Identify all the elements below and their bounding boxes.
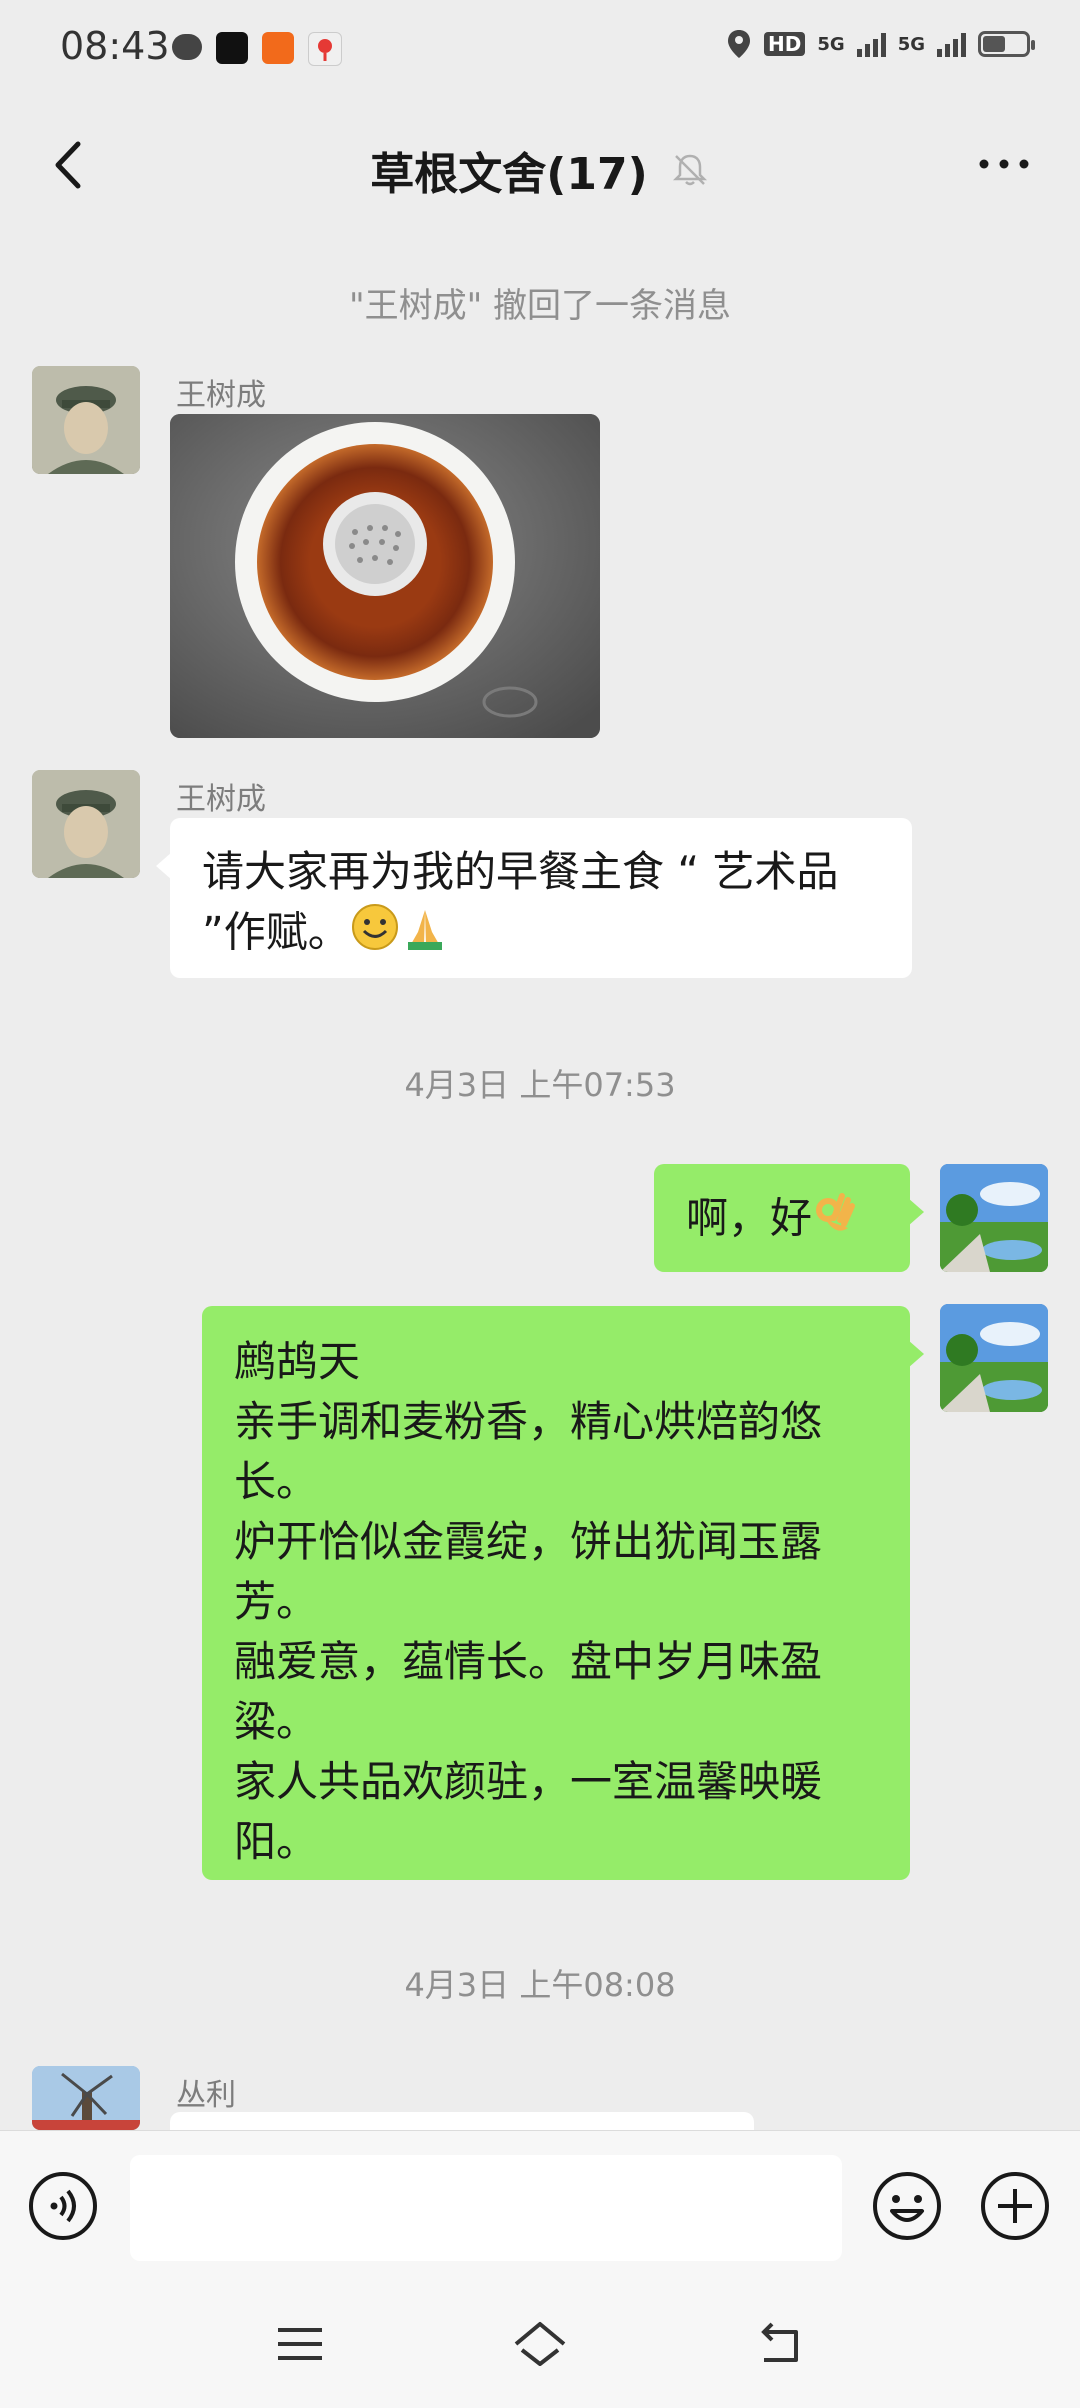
timestamp: 4月3日 上午08:08 (404, 1966, 676, 2004)
battery-icon (978, 31, 1035, 57)
my-avatar[interactable] (940, 1164, 1048, 1272)
windmill-landscape (32, 2066, 140, 2130)
signal-icon-2 (937, 31, 966, 57)
sender-name: 王树成 (176, 378, 266, 413)
tiktok-notification-icon (216, 32, 248, 64)
location-icon (728, 30, 751, 58)
ok-hand-emoji-icon (812, 1188, 858, 1254)
my-avatar[interactable] (940, 1304, 1048, 1412)
plus-icon (981, 2172, 1049, 2240)
smiley-icon (873, 2172, 941, 2240)
mute-bell-icon (672, 154, 707, 186)
sender-name: 王树成 (176, 782, 266, 817)
text-message[interactable] (170, 2112, 754, 2130)
pray-emoji-icon (400, 902, 450, 968)
avatar[interactable] (32, 2066, 140, 2130)
chat-title: 草根文舍(17) (370, 149, 648, 200)
hd-badge: HD (764, 32, 806, 56)
poem-line: 家人共品欢颜驻，一室温馨映暖阳。 (234, 1757, 823, 1866)
message-input[interactable] (130, 2155, 842, 2261)
voice-button[interactable] (28, 2171, 98, 2241)
chat-header: 草根文舍(17) (0, 100, 1080, 230)
back-nav-button[interactable] (750, 2316, 810, 2372)
avatar[interactable] (32, 770, 140, 878)
nature-landscape (940, 1304, 1048, 1412)
poem-message[interactable]: 鹧鸪天 亲手调和麦粉香，精心烘焙韵悠长。 炉开恰似金霞绽，饼出犹闻玉露芳。 融爱… (202, 1306, 924, 1880)
back-arrow-icon (761, 2322, 798, 2362)
message-text: 请大家再为我的早餐主食 “ 艺术品 ”作赋。 (202, 847, 839, 957)
image-message[interactable] (170, 414, 600, 738)
signal-icon (856, 31, 886, 57)
recall-notice: "王树成" 撤回了一条消息 (348, 286, 732, 326)
network-type-1: 5G (817, 33, 845, 55)
home-button[interactable] (510, 2316, 570, 2372)
more-functions-button[interactable] (980, 2171, 1050, 2241)
timestamp: 4月3日 上午07:53 (404, 1066, 676, 1104)
status-right-icons: HD 5G 5G (726, 28, 1035, 60)
pancake-photo (170, 414, 600, 738)
taobao-notification-icon (262, 32, 294, 64)
text-message[interactable]: 请大家再为我的早餐主食 “ 艺术品 ”作赋。 (156, 818, 912, 978)
map-notification-icon (308, 32, 342, 66)
voice-icon (29, 2172, 97, 2240)
poem-line: 亲手调和麦粉香，精心烘焙韵悠长。 (234, 1397, 823, 1506)
text-message[interactable]: 啊，好 (654, 1164, 924, 1272)
status-bar: 08:43 HD 5G 5G (0, 0, 1080, 100)
network-type-2: 5G (897, 33, 925, 55)
more-options-button[interactable] (968, 134, 1040, 194)
menu-button[interactable] (270, 2316, 330, 2372)
message-text: 啊，好 (686, 1193, 813, 1243)
sender-name: 丛利 (176, 2078, 236, 2113)
status-time: 08:43 (60, 24, 170, 68)
soldier-portrait (32, 366, 140, 474)
menu-icon (278, 2328, 322, 2360)
smile-emoji-icon (350, 902, 400, 968)
system-nav-bar (0, 2280, 1080, 2408)
poem-line: 融爱意，蕴情长。盘中岁月味盈粱。 (234, 1637, 823, 1746)
avatar[interactable] (32, 366, 140, 474)
more-dots-icon (979, 159, 1029, 169)
chat-bubble-notification-icon (172, 34, 202, 60)
emoji-button[interactable] (872, 2171, 942, 2241)
home-icon (514, 2322, 566, 2366)
poem-title: 鹧鸪天 (234, 1337, 361, 1386)
input-bar (0, 2130, 1080, 2281)
nature-landscape (940, 1164, 1048, 1272)
poem-line: 炉开恰似金霞绽，饼出犹闻玉露芳。 (234, 1517, 823, 1626)
soldier-portrait (32, 770, 140, 878)
